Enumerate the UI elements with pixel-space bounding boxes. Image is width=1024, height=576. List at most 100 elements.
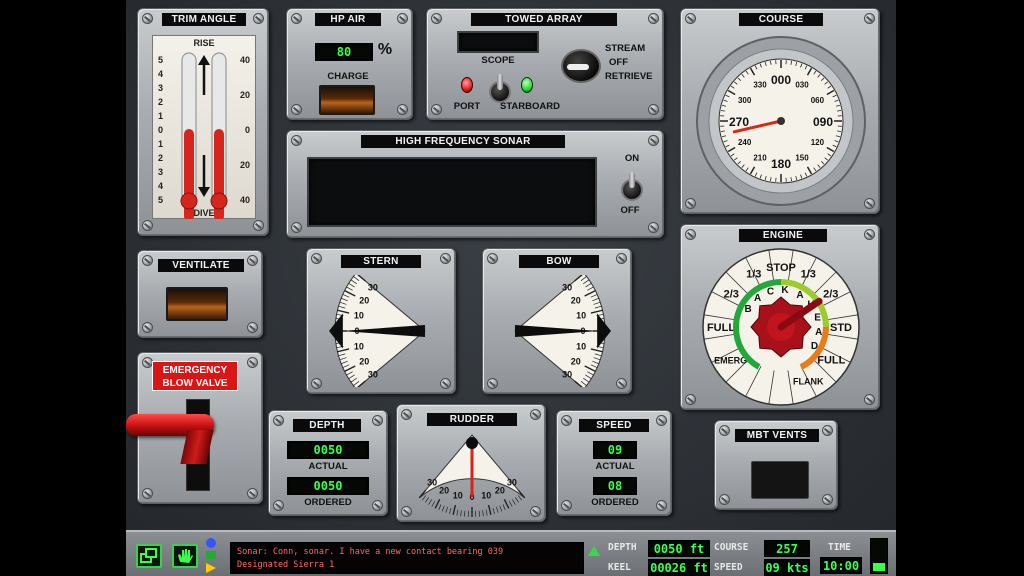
sonar-on-label: ON bbox=[624, 153, 640, 164]
course-label: 300 bbox=[738, 96, 752, 105]
trim-right-tick: 0 bbox=[245, 125, 250, 135]
course-panel: COURSE 000 030 060 090 120 150 180 210 240 270 300… bbox=[680, 8, 880, 214]
message-line2: Designated Sierra 1 bbox=[237, 560, 335, 570]
starboard-label: STARBOARD bbox=[500, 101, 560, 112]
speed-panel: SPEED 09 ACTUAL 08 ORDERED bbox=[556, 410, 672, 516]
rudder-label: 10 bbox=[481, 490, 491, 500]
sonar-panel: HIGH FREQUENCY SONAR ON OFF bbox=[286, 130, 664, 238]
sonar-display bbox=[307, 157, 597, 227]
rudder-tick bbox=[456, 509, 459, 516]
trim-angle-panel: TRIM ANGLE RISE DIVE 5 4 3 2 1 0 1 2 3 4 5 40 20 0 20 40 bbox=[137, 8, 269, 236]
rudder-label: 20 bbox=[439, 485, 449, 495]
depth-title: DEPTH bbox=[293, 419, 361, 432]
sonar-power-switch[interactable] bbox=[621, 172, 643, 201]
trim-left-tick: 0 bbox=[158, 125, 163, 135]
bow-planes-gauge: 3020100102030 bbox=[514, 275, 611, 387]
station-switch-button[interactable] bbox=[136, 544, 162, 568]
port-starboard-switch[interactable] bbox=[489, 74, 511, 103]
engine-telegraph[interactable]: STOP1/32/3STDFULLFLANK1/32/3FULLEMERGBAC… bbox=[695, 247, 867, 407]
planes-label: 20 bbox=[359, 357, 369, 367]
trim-left-tick: 5 bbox=[158, 55, 163, 65]
engine-back-letter: A bbox=[754, 293, 761, 304]
course-gauge: 000 030060 090 120150 180 210240 270 300330 bbox=[696, 36, 866, 206]
keel-status-value: 00026 ft bbox=[648, 559, 710, 576]
engine-panel: ENGINE STOP 1/3 2/3 STD FULL FLANK 1/3 2/3 FULL E… bbox=[680, 224, 880, 410]
port-label: PORT bbox=[453, 101, 481, 112]
course-label: 090 bbox=[813, 115, 833, 129]
engine-order-label: 2/3 bbox=[823, 288, 838, 300]
rudder-tick bbox=[425, 497, 430, 503]
trim-right-tick: 20 bbox=[240, 90, 250, 100]
trim-dive-arrowhead bbox=[198, 187, 210, 197]
trim-rise-arrowhead bbox=[198, 55, 210, 65]
play-icon[interactable] bbox=[206, 563, 216, 573]
planes-label: 10 bbox=[354, 310, 364, 320]
speed-ordered-readout[interactable]: 08 bbox=[593, 477, 637, 495]
scope-display bbox=[457, 31, 539, 53]
rudder-tick bbox=[508, 501, 513, 507]
hp-air-panel: HP AIR 80 % CHARGE bbox=[286, 8, 413, 120]
course-label: 330 bbox=[753, 81, 767, 90]
trim-left-tick: 1 bbox=[158, 139, 163, 149]
rudder-tick bbox=[438, 504, 442, 511]
planes-label: 30 bbox=[368, 282, 378, 292]
rudder-tick bbox=[421, 495, 427, 501]
charge-button[interactable] bbox=[319, 85, 375, 115]
depth-actual-label: ACTUAL bbox=[308, 461, 348, 472]
speed-actual-label: ACTUAL bbox=[595, 461, 635, 472]
trim-bulb bbox=[180, 192, 198, 210]
rudder-tick bbox=[431, 501, 436, 507]
indicator-light-blue bbox=[206, 538, 216, 548]
engine-order-label: FULL bbox=[817, 355, 845, 367]
array-mode-knob[interactable] bbox=[561, 49, 601, 83]
rudder-tick bbox=[428, 499, 433, 505]
speed-status-value: 09 kts bbox=[764, 559, 810, 576]
stern-panel: STERN 3020100102030 bbox=[306, 248, 456, 394]
bow-panel: BOW 3020100102030 bbox=[482, 248, 632, 394]
rudder-tick bbox=[441, 505, 445, 512]
mbt-vents-button[interactable] bbox=[751, 461, 809, 499]
trim-rise-label: RISE bbox=[193, 38, 214, 48]
course-label: 240 bbox=[738, 138, 752, 147]
rudder-tick bbox=[502, 504, 506, 511]
engine-order-label: STD bbox=[830, 322, 852, 334]
course-label: 210 bbox=[753, 153, 767, 162]
rudder-panel: RUDDER 3020100102030 bbox=[396, 404, 546, 522]
engine-ahead-letter: A bbox=[815, 327, 822, 338]
port-light bbox=[461, 77, 473, 93]
planes-label: 10 bbox=[576, 310, 586, 320]
rudder-tick bbox=[452, 504, 457, 515]
engine-ahead-letter: D bbox=[811, 341, 818, 352]
planes-label: 30 bbox=[562, 370, 572, 380]
trim-left-tick: 2 bbox=[158, 97, 163, 107]
crew-button[interactable] bbox=[172, 544, 198, 568]
rudder-gauge: 3020100102030 bbox=[418, 434, 526, 517]
engine-title: ENGINE bbox=[739, 229, 827, 242]
message-scroll-up[interactable] bbox=[588, 546, 600, 556]
ventilate-title: VENTILATE bbox=[158, 259, 244, 272]
towed-array-panel: TOWED ARRAY SCOPE PORT STARBOARD STREAM … bbox=[426, 8, 664, 120]
towed-array-title: TOWED ARRAY bbox=[471, 13, 617, 26]
ventilate-button[interactable] bbox=[166, 287, 228, 321]
mbt-vents-title: MBT VENTS bbox=[735, 429, 819, 442]
trim-left-tick: 3 bbox=[158, 167, 163, 177]
planes-label: 10 bbox=[354, 342, 364, 352]
windows-icon bbox=[140, 548, 157, 563]
depth-status-label: DEPTH bbox=[608, 542, 637, 553]
trim-right-tick: 20 bbox=[240, 160, 250, 170]
rudder-label: 30 bbox=[427, 477, 437, 487]
course-label: 120 bbox=[811, 138, 825, 147]
ventilate-panel: VENTILATE bbox=[137, 250, 263, 338]
power-level-meter bbox=[870, 538, 888, 574]
rudder-label: 20 bbox=[495, 485, 505, 495]
trim-left-tick: 4 bbox=[158, 181, 163, 191]
rudder-tick bbox=[514, 497, 519, 503]
engine-back-letter: B bbox=[744, 304, 751, 315]
depth-ordered-readout[interactable]: 0050 bbox=[287, 477, 369, 495]
engine-back-letter: K bbox=[781, 285, 789, 296]
rudder-tick bbox=[482, 510, 484, 517]
time-status-label: TIME bbox=[828, 542, 851, 553]
trim-bulb bbox=[210, 192, 228, 210]
trim-left-tick: 2 bbox=[158, 153, 163, 163]
trim-angle-title: TRIM ANGLE bbox=[162, 13, 246, 26]
